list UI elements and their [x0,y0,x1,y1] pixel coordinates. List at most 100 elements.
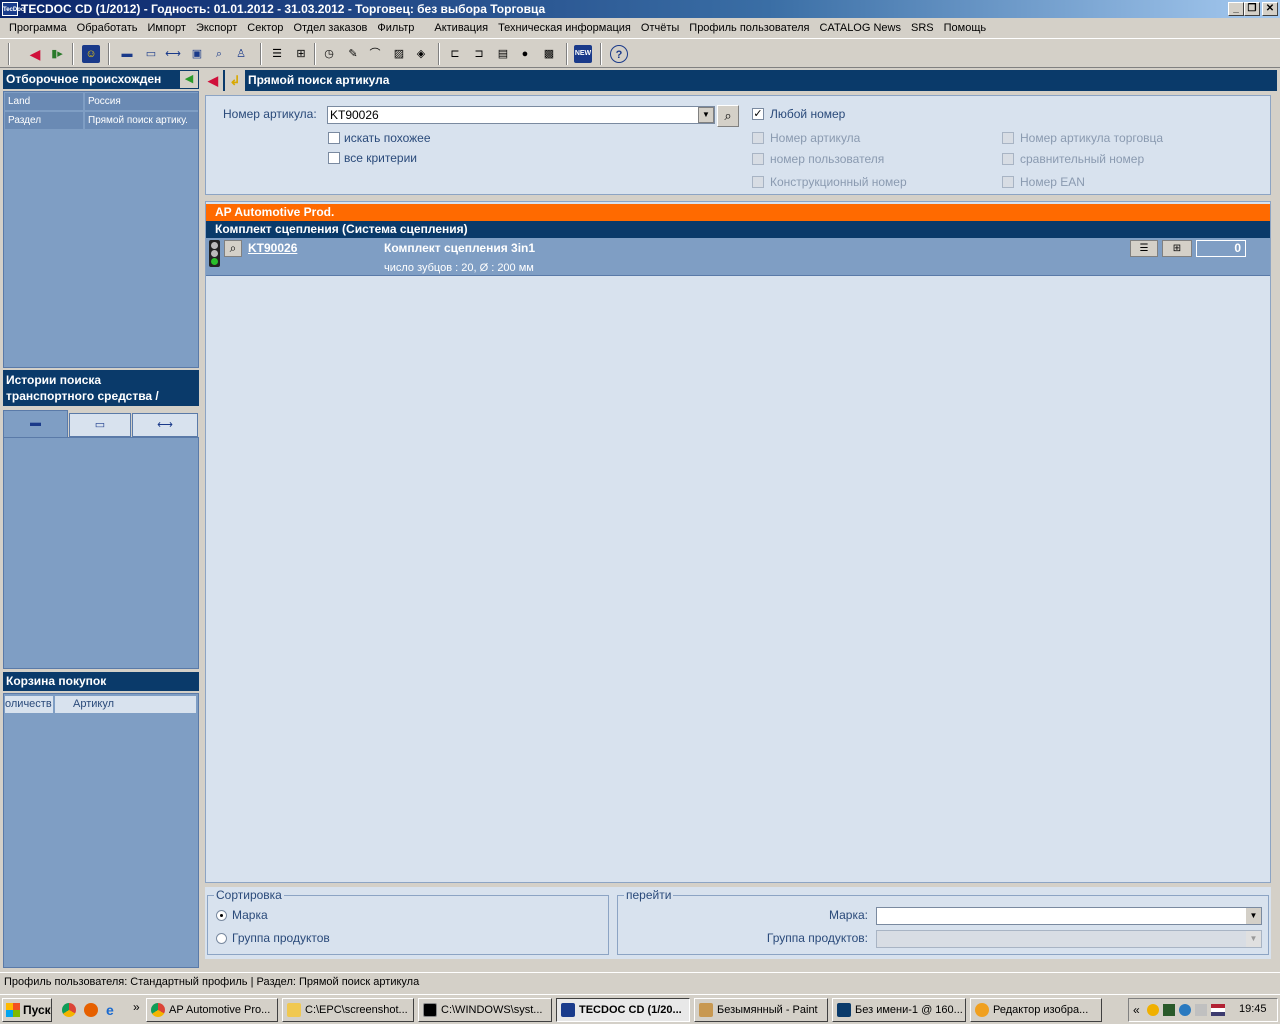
tray-network-icon[interactable] [1179,1004,1191,1016]
chrome-icon[interactable] [62,1003,76,1017]
exit-icon[interactable]: ▮▸ [48,45,66,63]
article-number-link[interactable]: KT90026 [248,241,297,255]
opt-article-checkbox[interactable] [752,132,764,144]
menu-user-profile[interactable]: Профиль пользователя [684,22,814,34]
quantity-field[interactable]: 0 [1196,240,1246,257]
sort-group-radio[interactable] [216,933,227,944]
car-search-icon[interactable]: ▬ [118,45,136,63]
sort-brand-radio[interactable] [216,910,227,921]
chevron-down-icon[interactable]: ▼ [1246,931,1261,947]
user-icon[interactable]: ☺ [82,45,100,63]
chevron-down-icon[interactable]: ▼ [698,107,714,123]
filter-header-label: Отборочное происхожден [6,72,162,86]
cart-icon[interactable]: ⊞ [292,45,310,63]
help-icon[interactable]: ? [610,45,628,63]
tray-expand-icon[interactable]: « [1133,1003,1140,1017]
menu-filter[interactable]: Фильтр [372,22,419,34]
book-icon[interactable]: ◈ [412,45,430,63]
tab-axle-icon[interactable]: ⟷ [132,413,198,437]
menu-edit[interactable]: Обработать [72,22,143,34]
goto-brand-select[interactable]: ▼ [876,907,1262,925]
person-search-icon[interactable]: ♙ [232,45,250,63]
tray-k-icon[interactable] [1163,1004,1175,1016]
chevron-down-icon[interactable]: ▼ [1246,908,1261,924]
folder-icon [287,1003,301,1017]
tab-truck-icon[interactable]: ▭ [69,413,131,437]
all-criteria-checkbox[interactable] [328,152,340,164]
opt-ean-checkbox[interactable] [1002,176,1014,188]
axle-icon[interactable]: ⟷ [164,45,182,63]
table-row[interactable]: ⌕ KT90026 Комплект сцепления 3in1 число … [206,238,1270,276]
menu-catalog-news[interactable]: CATALOG News [814,22,906,34]
restore-button[interactable]: ❐ [1244,2,1260,16]
cart-col-article[interactable]: Артикул [55,696,196,713]
opt-construction-checkbox[interactable] [752,176,764,188]
any-number-checkbox[interactable]: ✓ [752,108,764,120]
opt-compare-label: сравнительный номер [1020,152,1145,166]
menu-import[interactable]: Импорт [142,22,190,34]
back-arrow-icon[interactable]: ◀ [26,45,44,63]
opt-construction-label: Конструкционный номер [770,175,907,189]
tool-icon[interactable]: ✎ [344,45,362,63]
clock: 19:45 [1239,1003,1267,1015]
tray-app-icon[interactable] [1147,1004,1159,1016]
menu-activation[interactable]: Активация [429,22,493,34]
wheel-icon[interactable]: ● [516,45,534,63]
menu-help[interactable]: Помощь [939,22,992,34]
start-button[interactable]: Пуск [2,998,52,1022]
magnifier-icon: ⌕ [724,108,732,123]
search-panel: Номер артикула: ▼ ⌕ искать похожее все к… [205,95,1271,195]
minimize-button[interactable]: _ [1228,2,1244,16]
opt-user-checkbox[interactable] [752,153,764,165]
grid-icon[interactable]: ▩ [540,45,558,63]
clock-icon[interactable]: ◷ [320,45,338,63]
goto-brand-label: Марка: [829,908,868,922]
menu-export[interactable]: Экспорт [191,22,242,34]
quicklaunch-more-icon[interactable]: » [133,1000,140,1014]
search-icon[interactable]: ⌕ [210,45,228,63]
language-flag-icon[interactable] [1211,1004,1225,1016]
news-icon[interactable]: NEW [574,45,592,63]
similar-checkbox[interactable] [328,132,340,144]
cart-col-qty[interactable]: оличеств [5,696,53,713]
task-paint[interactable]: Безымянный - Paint [694,998,828,1022]
vehicle-icon[interactable]: ▣ [188,45,206,63]
task-ap-automotive[interactable]: AP Automotive Pro... [146,998,278,1022]
return-icon[interactable]: ↲ [225,70,245,91]
diagram-icon[interactable]: ⊏ [446,45,464,63]
truck-icon[interactable]: ▭ [142,45,160,63]
volume-icon[interactable] [1195,1004,1207,1016]
ie-icon[interactable]: e [106,1002,122,1018]
system-tray: « 19:45 [1128,998,1278,1022]
back-icon[interactable]: ◀ [203,70,223,91]
details-icon[interactable]: ⌕ [224,240,242,257]
task-photoshop[interactable]: Без имени-1 @ 160... [832,998,966,1022]
add-to-cart-icon[interactable]: ⊞ [1162,240,1192,257]
info-list-icon[interactable]: ☰ [1130,240,1158,257]
list-icon[interactable]: ☰ [268,45,286,63]
task-epc-folder[interactable]: C:\EPC\screenshot... [282,998,414,1022]
menu-reports[interactable]: Отчёты [636,22,684,34]
image-icon[interactable]: ▨ [390,45,408,63]
tab-car-icon[interactable]: ▬ [3,410,68,438]
close-button[interactable]: ✕ [1262,2,1278,16]
article-number-input[interactable] [327,106,715,124]
search-button[interactable]: ⌕ [717,105,739,127]
schema-icon[interactable]: ⊐ [470,45,488,63]
menu-tech-info[interactable]: Техническая информация [493,22,636,34]
menu-program[interactable]: Программа [4,22,72,34]
goto-group-select[interactable]: ▼ [876,930,1262,948]
chart-icon[interactable]: ▤ [494,45,512,63]
task-tecdoc[interactable]: TECDOC CD (1/20... [556,998,690,1022]
opt-compare-checkbox[interactable] [1002,153,1014,165]
collapse-arrow-icon[interactable]: ◀ [180,71,198,88]
firefox-icon[interactable] [84,1003,98,1017]
task-image-editor[interactable]: Редактор изобра... [970,998,1102,1022]
task-cmd[interactable]: C:\WINDOWS\syst... [418,998,552,1022]
start-label: Пуск [23,1003,51,1017]
menu-sector[interactable]: Сектор [242,22,288,34]
opt-trader-checkbox[interactable] [1002,132,1014,144]
menu-orders[interactable]: Отдел заказов [288,22,372,34]
part-icon[interactable]: ⌒ [366,45,384,63]
menu-srs[interactable]: SRS [906,22,939,34]
